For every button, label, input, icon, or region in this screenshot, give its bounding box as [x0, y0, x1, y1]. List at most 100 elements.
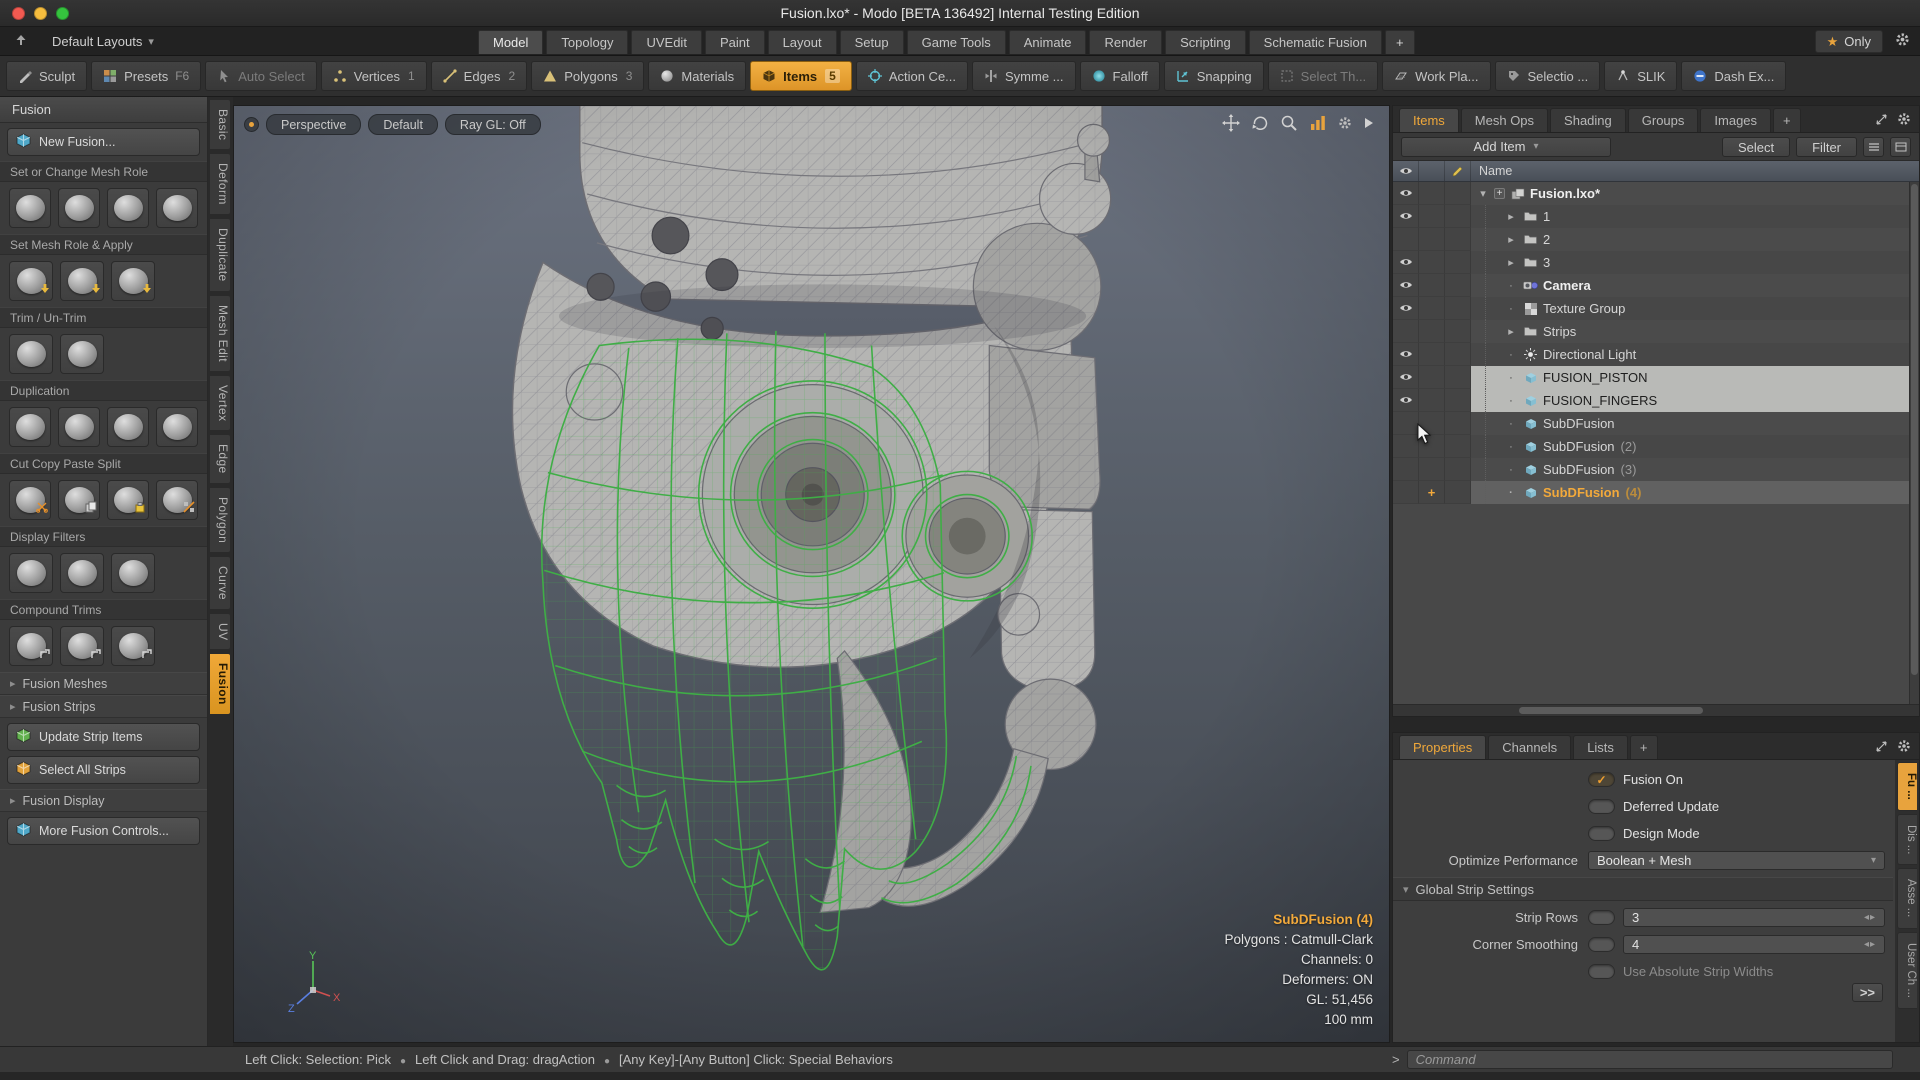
toolbar-polygons[interactable]: Polygons3 — [531, 61, 644, 91]
properties-tab-properties[interactable]: Properties — [1399, 735, 1486, 759]
toolbar-slik[interactable]: SLIK — [1604, 61, 1677, 91]
toolbar-sculpt[interactable]: Sculpt — [6, 61, 87, 91]
section-global-strip-settings[interactable]: ▾Global Strip Settings — [1393, 877, 1893, 901]
workspace-tab-paint[interactable]: Paint — [705, 30, 765, 54]
sidebar-section-fusion-meshes[interactable]: ▸Fusion Meshes — [0, 672, 207, 695]
mini-toggle-strip-rows[interactable] — [1588, 910, 1615, 925]
tool-compound-2[interactable] — [60, 626, 104, 666]
edge-tab-dis[interactable]: Dis ... — [1897, 814, 1917, 865]
viewport-ray-gl-off-button[interactable]: Ray GL: Off — [445, 114, 541, 135]
tree-horizontal-scrollbar[interactable] — [1393, 704, 1919, 716]
visibility-column-header[interactable] — [1393, 161, 1419, 181]
collapse-up-icon[interactable] — [14, 33, 28, 52]
visibility-toggle[interactable] — [1393, 274, 1419, 297]
edit-column-header[interactable] — [1445, 161, 1471, 181]
items-tab-images[interactable]: Images — [1700, 108, 1771, 132]
render-toggle[interactable] — [1419, 343, 1445, 366]
toolbar-snapping[interactable]: Snapping — [1164, 61, 1264, 91]
render-toggle[interactable] — [1419, 274, 1445, 297]
properties-tab-channels[interactable]: Channels — [1488, 735, 1571, 759]
pan-icon[interactable] — [1222, 114, 1240, 132]
toolbar-items[interactable]: Items5 — [750, 61, 852, 91]
items-tab-mesh-ops[interactable]: Mesh Ops — [1461, 108, 1548, 132]
properties-tab-lists[interactable]: Lists — [1573, 735, 1628, 759]
visibility-toggle[interactable] — [1393, 205, 1419, 228]
tool-compound-3[interactable] — [111, 626, 155, 666]
toolbar-materials[interactable]: Materials — [648, 61, 746, 91]
visibility-toggle[interactable] — [1393, 228, 1419, 251]
list-options-icon[interactable] — [1863, 137, 1884, 157]
render-toggle[interactable] — [1419, 228, 1445, 251]
gear-icon[interactable] — [1897, 739, 1911, 758]
item-row-2[interactable]: ▸2 — [1393, 228, 1919, 251]
add-icon[interactable]: + — [1494, 188, 1505, 199]
expander-icon[interactable]: ▾ — [1476, 187, 1490, 200]
checkbox-use-absolute-strip-widths[interactable] — [1588, 964, 1615, 979]
zoom-icon[interactable] — [1280, 114, 1298, 132]
field-strip-rows[interactable]: 3◂▸ — [1623, 908, 1885, 927]
category-tab-fusion[interactable]: Fusion — [210, 653, 231, 715]
checkbox-design-mode[interactable] — [1588, 826, 1615, 841]
category-tab-vertex[interactable]: Vertex — [210, 375, 231, 431]
tool-duplicate-3[interactable] — [107, 407, 149, 447]
item-row-subdfusion-3[interactable]: ·SubDFusion(3) — [1393, 458, 1919, 481]
category-tab-duplicate[interactable]: Duplicate — [210, 218, 231, 292]
item-row-fusion-lxo[interactable]: ▾+Fusion.lxo* — [1393, 182, 1919, 205]
category-tab-deform[interactable]: Deform — [210, 153, 231, 215]
sidebar-section-fusion-strips[interactable]: ▸Fusion Strips — [0, 695, 207, 718]
tool-duplicate-2[interactable] — [58, 407, 100, 447]
add-item-dropdown[interactable]: Add Item ▾ — [1401, 137, 1611, 157]
tool-apply-secondary[interactable] — [60, 261, 104, 301]
field-corner-smoothing[interactable]: 4◂▸ — [1623, 935, 1885, 954]
toolbar-symme[interactable]: Symme ... — [972, 61, 1076, 91]
workspace-tab-animate[interactable]: Animate — [1009, 30, 1087, 54]
toolbar-falloff[interactable]: Falloff — [1080, 61, 1160, 91]
toolbar-auto-select[interactable]: Auto Select — [205, 61, 317, 91]
toolbar-select-th[interactable]: Select Th... — [1268, 61, 1379, 91]
viewport-perspective-button[interactable]: Perspective — [266, 114, 361, 135]
sidebar-button-update-strip-items[interactable]: Update Strip Items — [7, 723, 200, 751]
category-tab-curve[interactable]: Curve — [210, 556, 231, 610]
properties-tab-add[interactable]: + — [1630, 735, 1658, 759]
toolbar-vertices[interactable]: Vertices1 — [321, 61, 427, 91]
edge-tab-user-ch[interactable]: User Ch ... — [1897, 932, 1917, 1009]
visibility-toggle[interactable] — [1393, 481, 1419, 504]
item-row-subdfusion-4[interactable]: +·SubDFusion(4) — [1393, 481, 1919, 504]
only-toggle[interactable]: ★ Only — [1815, 30, 1883, 53]
gear-icon[interactable] — [1338, 116, 1352, 130]
name-column-header[interactable]: Name — [1471, 164, 1512, 178]
orbit-icon[interactable] — [1251, 114, 1269, 132]
render-toggle[interactable] — [1419, 366, 1445, 389]
workspace-tab-render[interactable]: Render — [1089, 30, 1162, 54]
item-row-directional-light[interactable]: ·Directional Light — [1393, 343, 1919, 366]
toolbar-action-ce[interactable]: Action Ce... — [856, 61, 968, 91]
tool-role-primary[interactable] — [9, 188, 51, 228]
render-toggle[interactable] — [1419, 389, 1445, 412]
edge-tab-asse[interactable]: Asse ... — [1897, 868, 1917, 928]
workspace-tab-scripting[interactable]: Scripting — [1165, 30, 1246, 54]
visibility-toggle[interactable] — [1393, 458, 1419, 481]
edge-tab-fu[interactable]: Fu ... — [1897, 762, 1917, 811]
category-tab-polygon[interactable]: Polygon — [210, 487, 231, 553]
panel-options-icon[interactable] — [1890, 137, 1911, 157]
stepper-icon[interactable]: ◂▸ — [1864, 939, 1876, 950]
render-toggle[interactable] — [1419, 297, 1445, 320]
item-row-fusion-fingers[interactable]: ·FUSION_FINGERS — [1393, 389, 1919, 412]
checkbox-fusion-on[interactable]: ✓ — [1588, 772, 1615, 787]
tree-scrollbar[interactable] — [1909, 182, 1919, 704]
minimize-button[interactable] — [34, 7, 47, 20]
tool-split[interactable] — [156, 480, 198, 520]
viewport-options-dot[interactable] — [244, 117, 259, 132]
tool-trim[interactable] — [9, 334, 53, 374]
render-toggle[interactable] — [1419, 251, 1445, 274]
sidebar-section-fusion-display[interactable]: ▸Fusion Display — [0, 789, 207, 812]
toolbar-presets[interactable]: PresetsF6 — [91, 61, 201, 91]
tool-apply-primary[interactable] — [9, 261, 53, 301]
tool-untrim[interactable] — [60, 334, 104, 374]
toolbar-dash-ex[interactable]: Dash Ex... — [1681, 61, 1786, 91]
select-button[interactable]: Select — [1722, 137, 1790, 157]
item-row-3[interactable]: ▸3 — [1393, 251, 1919, 274]
category-tab-basic[interactable]: Basic — [210, 99, 231, 150]
render-column-header[interactable] — [1419, 161, 1445, 181]
expand-panel-button[interactable]: >> — [1852, 983, 1883, 1002]
